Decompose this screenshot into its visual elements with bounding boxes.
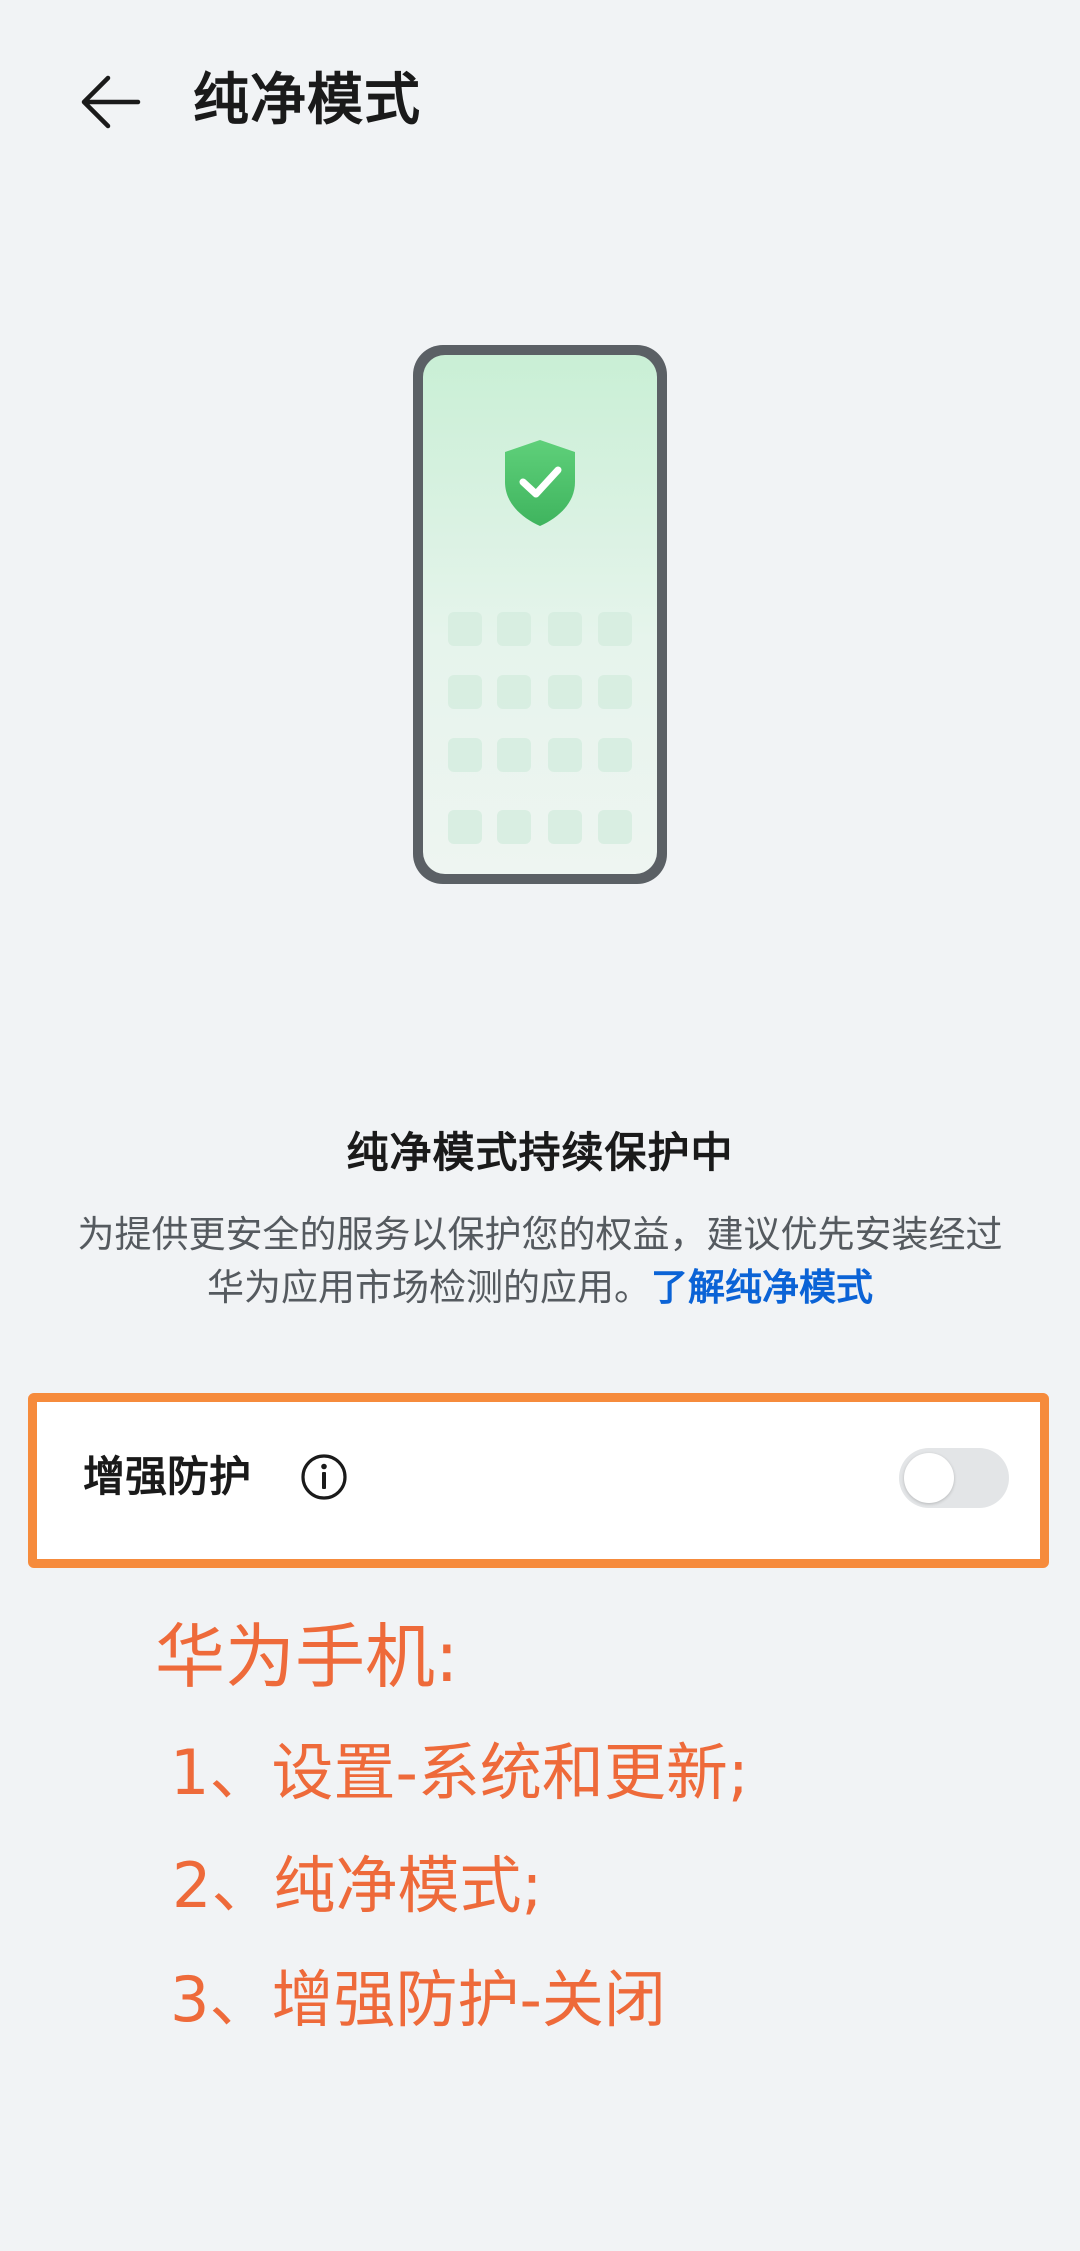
annotation-title: 华为手机: (155, 1616, 459, 1698)
annotation-step-1: 1、设置-系统和更新; (170, 1736, 749, 1809)
annotation-step-2: 2、纯净模式; (172, 1849, 543, 1922)
back-button[interactable] (70, 62, 150, 142)
annotation-step-3: 3、增强防护-关闭 (170, 1963, 666, 2036)
enhanced-protection-toggle[interactable] (899, 1448, 1009, 1508)
status-description: 为提供更安全的服务以保护您的权益，建议优先安装经过华为应用市场检测的应用。了解纯… (70, 1208, 1010, 1314)
phone-illustration (410, 342, 670, 887)
status-title: 纯净模式持续保护中 (346, 1128, 734, 1177)
page-title: 纯净模式 (193, 68, 421, 133)
info-icon[interactable] (299, 1452, 349, 1502)
app-bar: 纯净模式 (0, 0, 1080, 200)
arrow-left-icon (81, 75, 141, 129)
enhanced-protection-row: 增强防护 (28, 1393, 1049, 1568)
learn-more-link[interactable]: 了解纯净模式 (651, 1266, 873, 1309)
enhanced-protection-label: 增强防护 (83, 1452, 252, 1501)
toggle-knob (904, 1453, 954, 1503)
